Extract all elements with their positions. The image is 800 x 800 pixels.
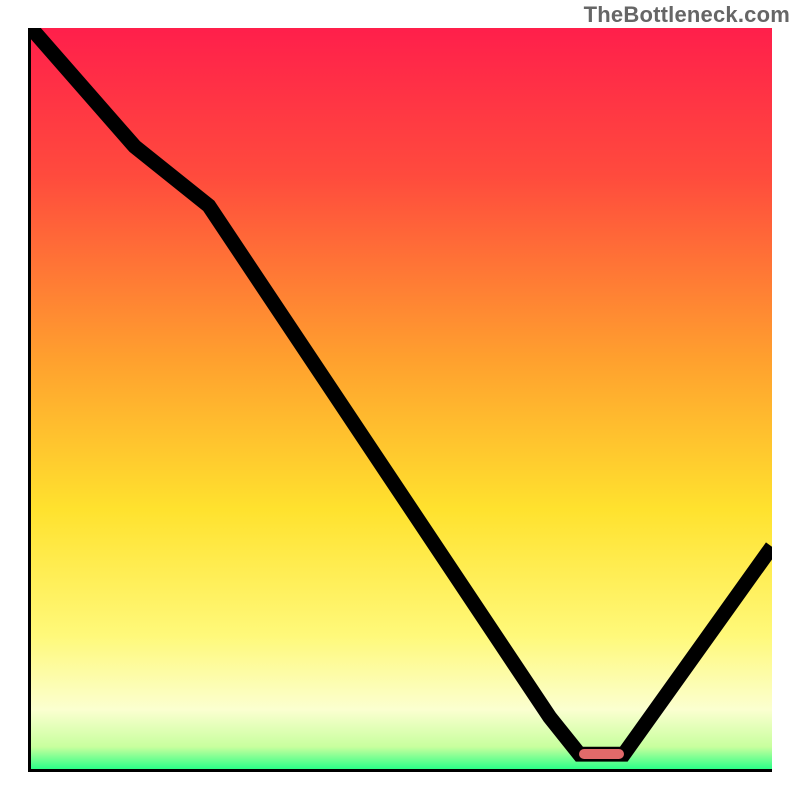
plot-area <box>28 28 772 772</box>
bottleneck-curve <box>31 28 772 769</box>
chart-container: TheBottleneck.com <box>0 0 800 800</box>
minimum-marker <box>579 749 623 759</box>
watermark-text: TheBottleneck.com <box>584 2 790 28</box>
